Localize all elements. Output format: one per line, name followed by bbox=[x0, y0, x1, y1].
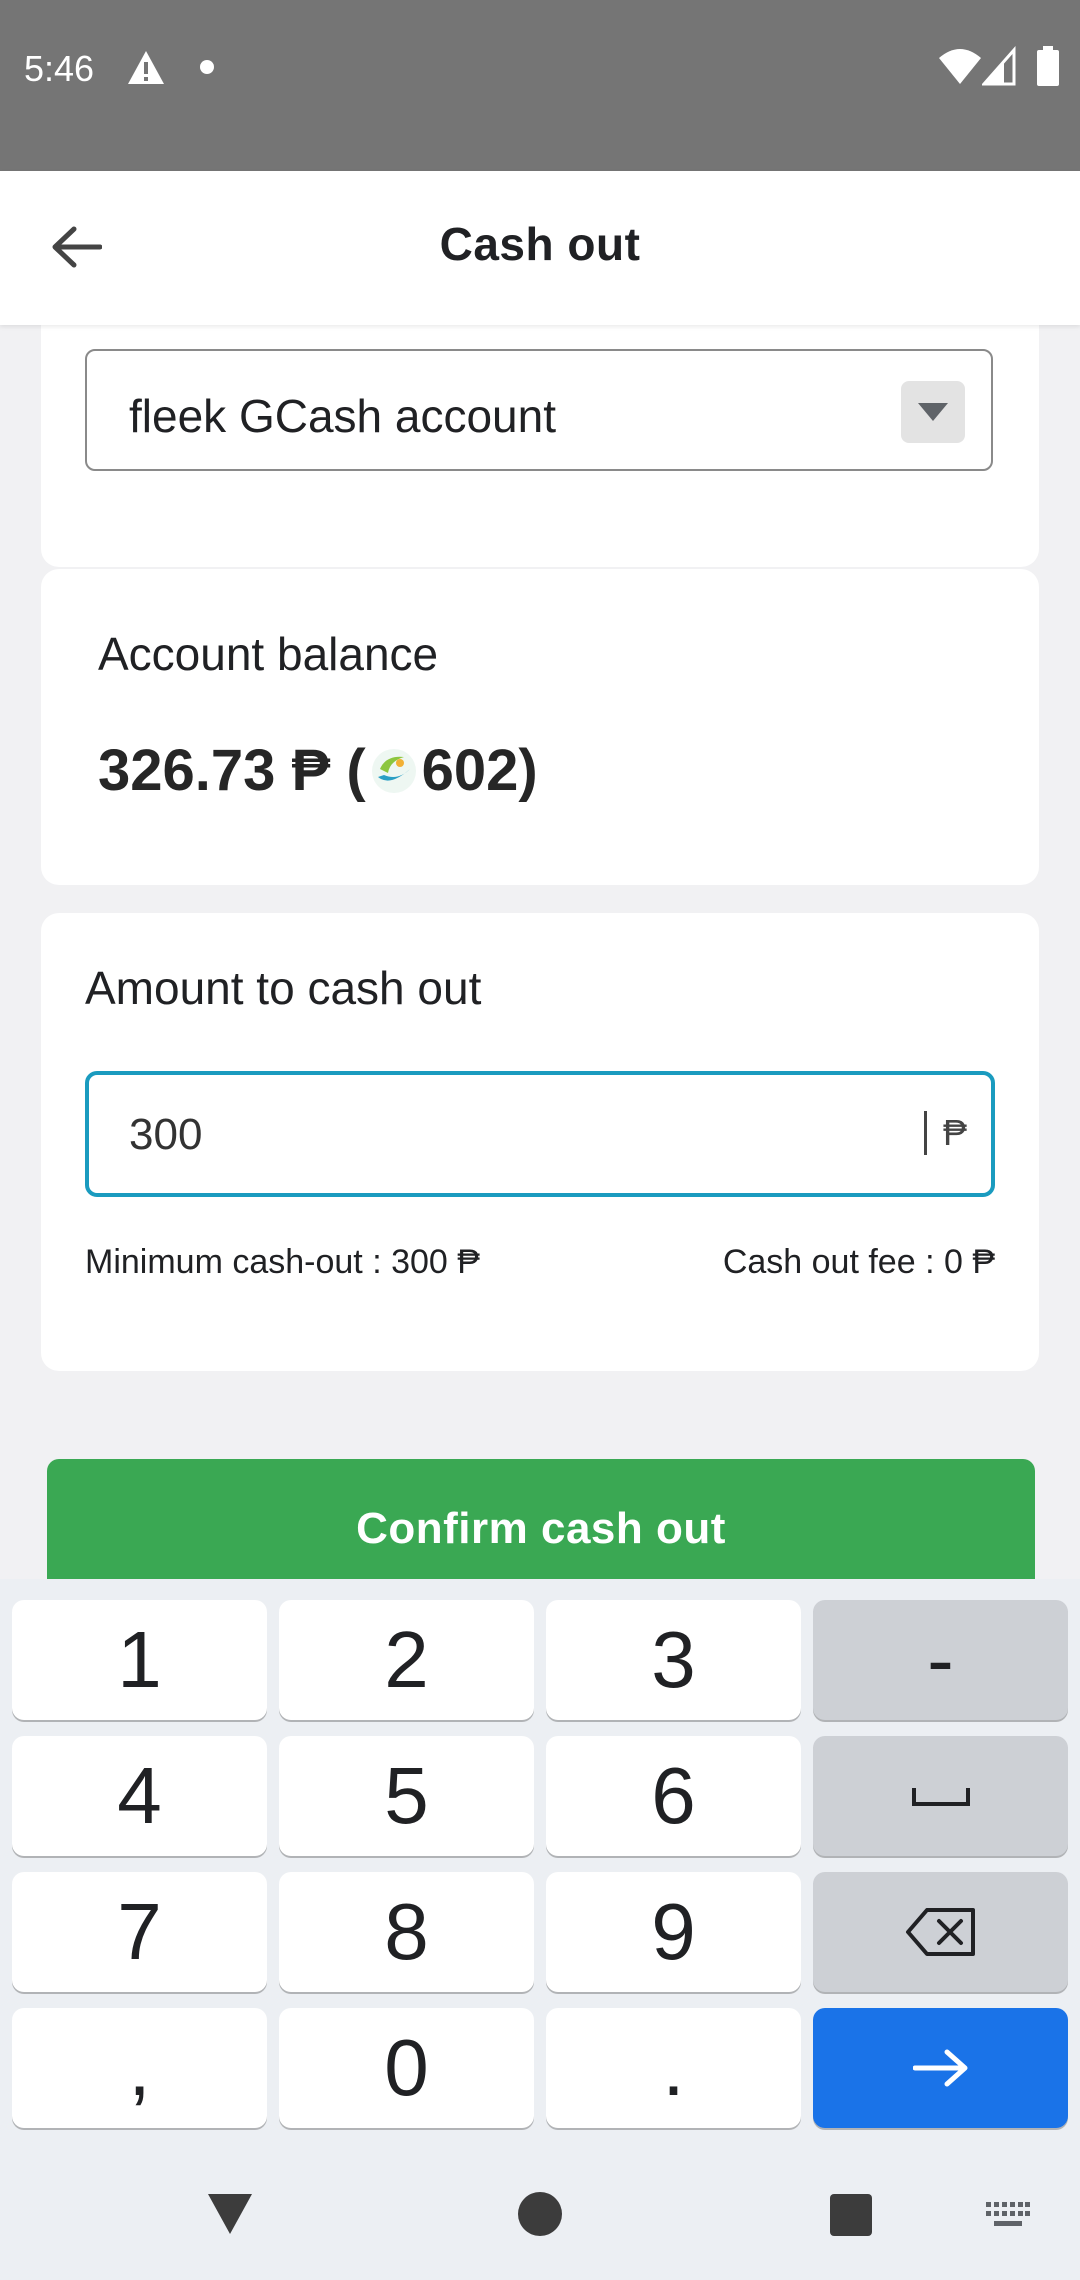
space-icon bbox=[911, 1788, 970, 1806]
amount-label: Amount to cash out bbox=[85, 962, 482, 1014]
confirm-cash-out-button[interactable]: Confirm cash out bbox=[47, 1459, 1035, 1579]
balance-card: Account balance 326.73 ₱ ( 602) bbox=[41, 569, 1039, 885]
amount-card: Amount to cash out ₱ Minimum cash-out : … bbox=[41, 913, 1039, 1371]
key-enter[interactable] bbox=[813, 2008, 1068, 2128]
key-5[interactable]: 5 bbox=[279, 1736, 534, 1856]
fleek-coin-icon bbox=[371, 748, 416, 793]
minimum-cashout-text: Minimum cash-out : 300 ₱ bbox=[85, 1243, 480, 1281]
key-6[interactable]: 6 bbox=[546, 1736, 801, 1856]
status-time: 5:46 bbox=[24, 48, 95, 89]
key-0[interactable]: 0 bbox=[279, 2008, 534, 2128]
key-7[interactable]: 7 bbox=[12, 1872, 267, 1992]
caret-down-icon bbox=[918, 403, 948, 421]
battery-icon bbox=[1037, 46, 1059, 86]
key-1[interactable]: 1 bbox=[12, 1600, 267, 1720]
key-comma[interactable]: , bbox=[12, 2008, 267, 2128]
navigation-bar bbox=[0, 2150, 1080, 2280]
key-3[interactable]: 3 bbox=[546, 1600, 801, 1720]
currency-symbol: ₱ bbox=[942, 1112, 967, 1153]
key-4[interactable]: 4 bbox=[12, 1736, 267, 1856]
balance-coins: 602) bbox=[421, 738, 538, 803]
keyboard-switch-icon[interactable] bbox=[986, 2202, 1030, 2232]
balance-value: 326.73 ₱ ( 602) bbox=[98, 737, 538, 804]
amount-input[interactable] bbox=[129, 1103, 829, 1167]
currency-suffix: ₱ bbox=[923, 1111, 967, 1155]
cashout-fee-text: Cash out fee : 0 ₱ bbox=[722, 1243, 995, 1281]
key-8[interactable]: 8 bbox=[279, 1872, 534, 1992]
app-bar: Cash out bbox=[0, 171, 1080, 325]
key-2[interactable]: 2 bbox=[279, 1600, 534, 1720]
balance-amount: 326.73 ₱ ( bbox=[98, 738, 366, 803]
wifi-icon bbox=[939, 49, 981, 84]
nav-home-icon[interactable] bbox=[518, 2192, 562, 2236]
key-space[interactable] bbox=[813, 1736, 1068, 1856]
status-bar: 5:46 bbox=[0, 0, 1080, 171]
currency-divider bbox=[923, 1111, 927, 1155]
backspace-icon bbox=[905, 1908, 975, 1956]
page-title: Cash out bbox=[439, 218, 641, 270]
cash-out-screen: 5:46 Cash out fleek GCash account Accoun… bbox=[0, 0, 1080, 2280]
notification-dot-icon bbox=[200, 60, 214, 74]
signal-icon bbox=[982, 46, 1016, 86]
numeric-keyboard: 1 2 3 - 4 5 6 7 8 9 , 0 . bbox=[0, 1579, 1080, 2150]
warning-icon bbox=[128, 51, 164, 84]
nav-recents-icon[interactable] bbox=[830, 2194, 872, 2236]
arrow-right-icon bbox=[912, 2049, 967, 2087]
key-minus[interactable]: - bbox=[813, 1600, 1068, 1720]
nav-back-icon[interactable] bbox=[206, 2192, 254, 2236]
account-select-value: fleek GCash account bbox=[129, 390, 557, 442]
amount-field[interactable]: ₱ bbox=[85, 1071, 995, 1197]
key-backspace[interactable] bbox=[813, 1872, 1068, 1992]
key-9[interactable]: 9 bbox=[546, 1872, 801, 1992]
scroll-content[interactable]: fleek GCash account Account balance 326.… bbox=[0, 325, 1080, 1579]
account-select-card: fleek GCash account bbox=[41, 325, 1039, 567]
dropdown-button[interactable] bbox=[901, 381, 965, 443]
balance-label: Account balance bbox=[98, 628, 439, 680]
account-select[interactable]: fleek GCash account bbox=[85, 349, 993, 471]
key-period[interactable]: . bbox=[546, 2008, 801, 2128]
